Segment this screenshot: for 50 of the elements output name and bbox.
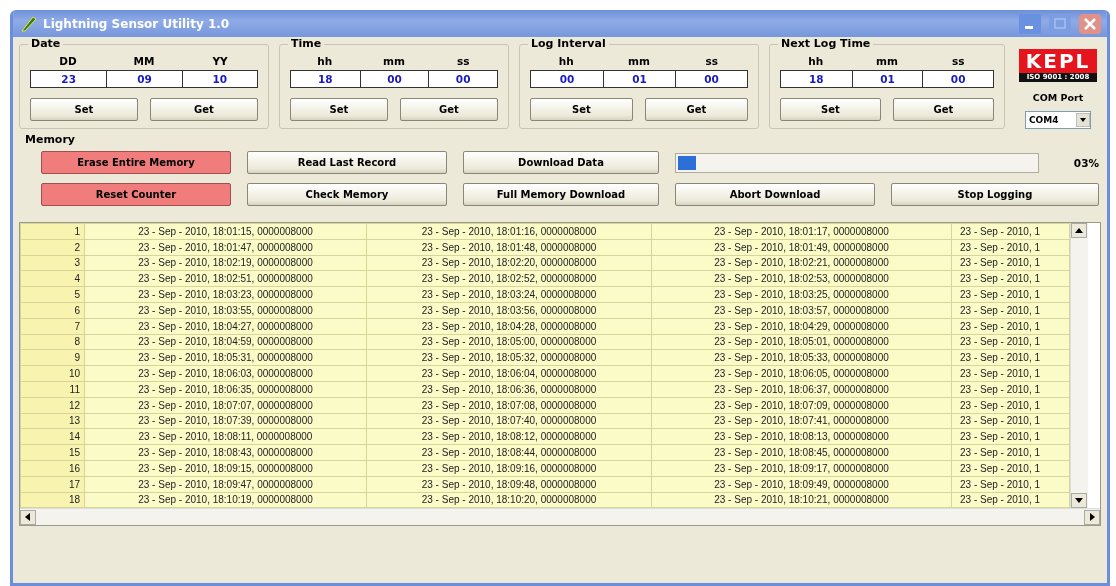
action-button[interactable]: Set	[530, 98, 633, 121]
group-title: Next Log Time	[778, 37, 874, 50]
action-button[interactable]: Reset Counter	[41, 183, 231, 206]
action-button[interactable]: Get	[645, 98, 748, 121]
progress-reading: 03%	[1072, 156, 1099, 169]
action-button[interactable]: Stop Logging	[891, 183, 1099, 206]
window-title: Lightning Sensor Utility 1.0	[43, 16, 231, 31]
row-number: 1	[20, 223, 85, 240]
field-label: ss	[704, 55, 719, 69]
app-icon	[19, 15, 37, 32]
field-label: mm	[382, 55, 406, 69]
action-button[interactable]: Get	[893, 98, 994, 121]
table-cell: 23 - Sep - 2010, 1	[951, 223, 1070, 240]
field-label: YY	[211, 55, 229, 69]
scroll-left-button[interactable]	[20, 509, 36, 525]
field-label: COM Port	[1032, 92, 1084, 103]
scroll-up-button[interactable]	[1071, 223, 1087, 238]
field-label: mm	[875, 55, 899, 69]
action-button[interactable]: Get	[400, 98, 498, 121]
field-label: ss	[951, 55, 966, 69]
action-button[interactable]: Set	[290, 98, 388, 121]
scroll-down-button[interactable]	[1071, 493, 1087, 509]
scroll-right-button[interactable]	[1084, 509, 1100, 525]
action-button[interactable]: Check Memory	[247, 183, 447, 206]
action-button[interactable]: Download Data	[463, 151, 659, 174]
field-label: hh	[557, 55, 575, 69]
action-button[interactable]: Full Memory Download	[463, 183, 659, 206]
action-button[interactable]: Set	[30, 98, 138, 121]
field-label: mm	[627, 55, 651, 69]
field-label: ss	[456, 55, 471, 69]
table-cell: 23 - Sep - 2010, 18:01:15, 0000008000	[84, 223, 367, 240]
port-dropdown[interactable]: COM4	[1025, 111, 1091, 129]
action-button[interactable]: Set	[780, 98, 881, 121]
field-label: hh	[807, 55, 825, 69]
close-button[interactable]	[1079, 13, 1101, 34]
group-title: Time	[288, 37, 325, 50]
group-title: Date	[28, 37, 64, 50]
action-button[interactable]: Read Last Record	[247, 151, 447, 174]
action-button[interactable]: Erase Entire Memory	[41, 151, 231, 174]
field-label: hh	[316, 55, 334, 69]
group-title: Log Interval	[528, 37, 609, 50]
table-cell: 23 - Sep - 2010, 18:01:17, 0000008000	[651, 223, 952, 240]
field-label: DD	[58, 55, 78, 69]
action-button[interactable]: Get	[150, 98, 258, 121]
action-button[interactable]: Abort Download	[675, 183, 875, 206]
field-label: MM	[132, 55, 156, 69]
caret-icon	[1076, 113, 1090, 127]
logo: KEPL	[1019, 49, 1097, 73]
section-title: Memory	[25, 133, 77, 146]
table-cell: 23 - Sep - 2010, 18:01:16, 0000008000	[366, 223, 652, 240]
